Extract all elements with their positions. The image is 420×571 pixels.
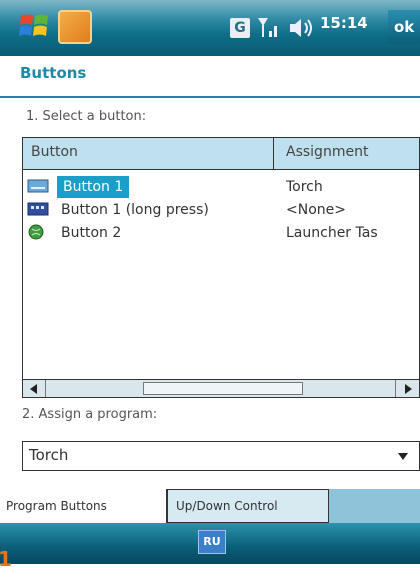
scroll-left-arrow-icon[interactable] [23, 380, 46, 398]
scrollbar-thumb[interactable] [143, 382, 303, 395]
list-row-name: Button 1 (long press) [61, 202, 209, 218]
chevron-down-icon[interactable] [395, 450, 411, 462]
assign-program-label: 2. Assign a program: [22, 407, 158, 422]
globe-icon [28, 224, 44, 240]
horizontal-scrollbar[interactable] [23, 379, 420, 398]
page-title: Buttons [20, 64, 87, 82]
title-divider [0, 96, 420, 98]
g-status-badge: G [230, 18, 250, 38]
scroll-right-arrow-icon[interactable] [395, 380, 420, 398]
list-row-assignment: <None> [286, 202, 346, 218]
input-method-button[interactable]: RU [198, 530, 226, 554]
program-select[interactable]: Torch [22, 441, 420, 471]
column-header-assignment[interactable]: Assignment [274, 138, 419, 170]
select-button-label: 1. Select a button: [26, 109, 147, 124]
list-row-assignment: Torch [286, 179, 323, 195]
tab-up-down-control[interactable]: Up/Down Control [167, 489, 329, 523]
list-row[interactable]: Button 1 Torch [23, 176, 419, 198]
signal-strength-icon[interactable] [255, 14, 283, 42]
clock[interactable]: 15:14 [320, 14, 368, 32]
button-list[interactable]: Button Assignment Button 1 Torch Button … [22, 137, 420, 398]
ok-button[interactable]: ok [388, 10, 420, 44]
list-row[interactable]: Button 1 (long press) <None> [23, 199, 419, 221]
column-header-button[interactable]: Button [23, 138, 274, 170]
list-row-name: Button 1 [57, 176, 130, 198]
list-row-assignment: Launcher Tas [286, 225, 378, 241]
windows-start-icon[interactable] [18, 10, 50, 42]
tab-bar: Program Buttons Up/Down Control [0, 489, 420, 523]
speaker-volume-icon[interactable] [286, 14, 316, 42]
keyboard-long-icon [27, 202, 49, 216]
keyboard-icon [27, 179, 49, 193]
title-bar: G 15:14 ok [0, 0, 420, 56]
page-number: 1 [0, 547, 12, 571]
soft-key-bar: RU [0, 523, 420, 564]
list-row-name: Button 2 [61, 225, 122, 241]
active-app-icon[interactable] [58, 10, 92, 44]
list-row[interactable]: Button 2 Launcher Tas [23, 222, 419, 244]
program-select-value: Torch [29, 446, 69, 464]
tab-program-buttons[interactable]: Program Buttons [0, 489, 167, 523]
